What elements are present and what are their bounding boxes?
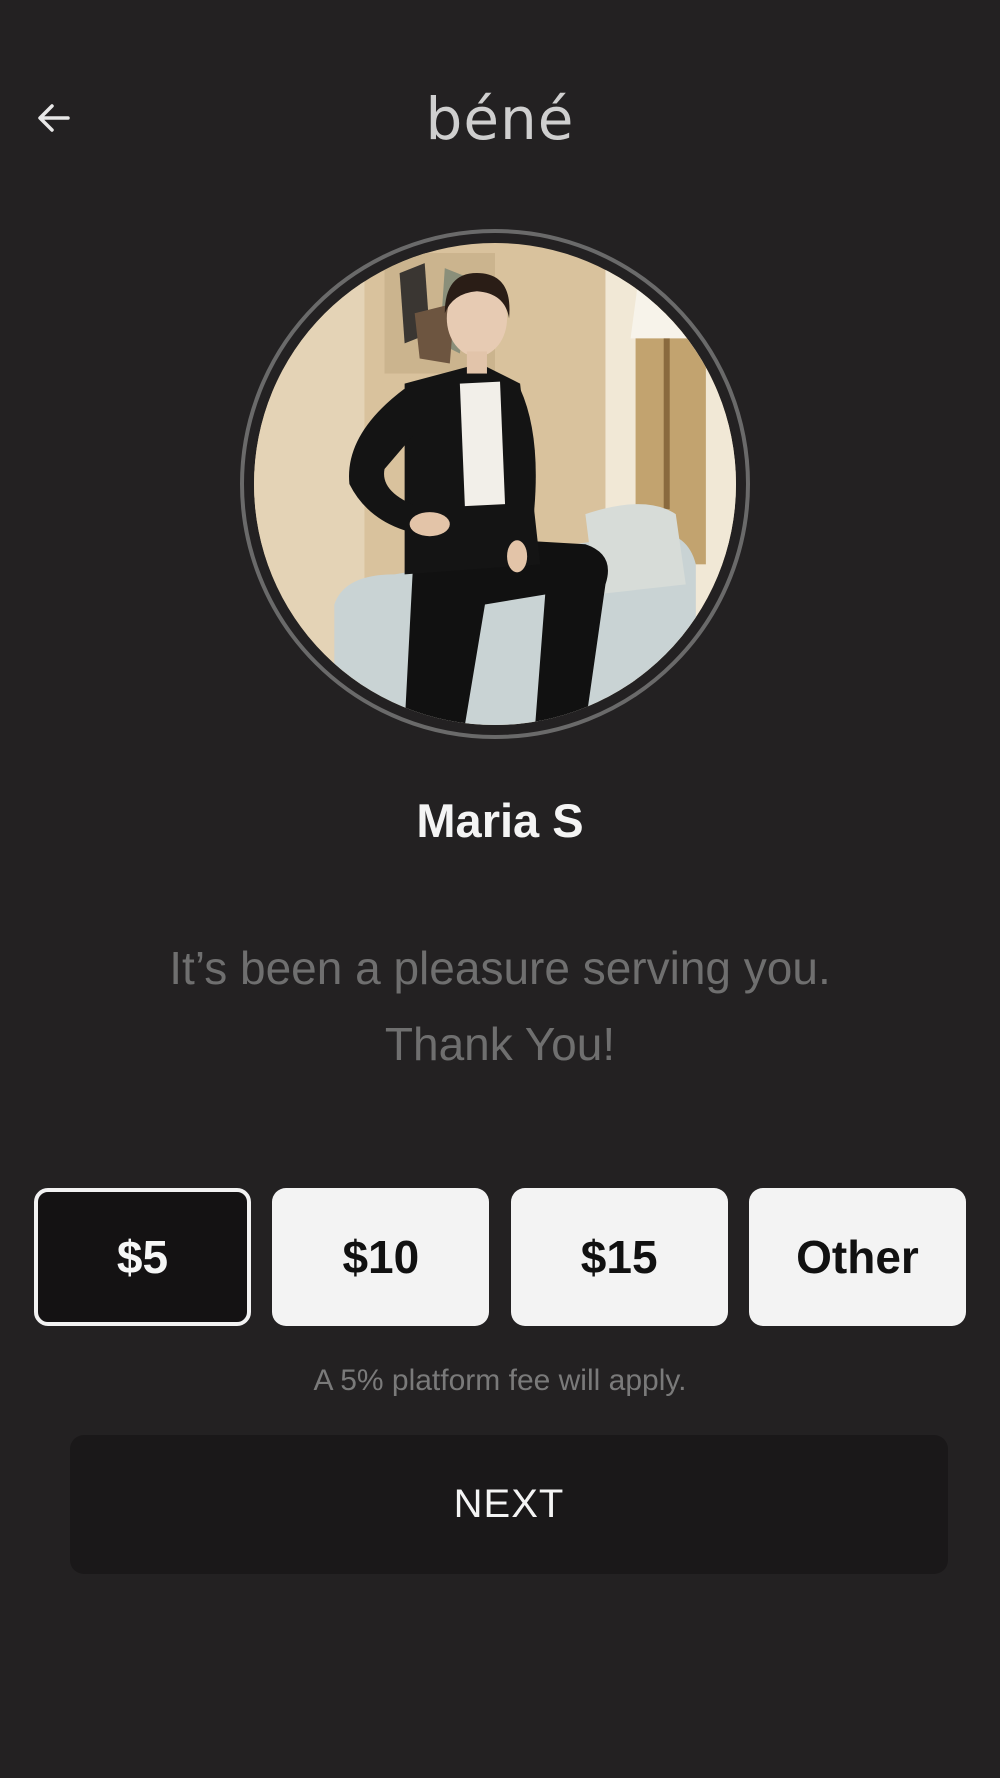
- tip-option-10[interactable]: $10: [272, 1188, 490, 1326]
- thank-you-message: It’s been a pleasure serving you. Thank …: [80, 930, 920, 1082]
- tip-option-15[interactable]: $15: [510, 1188, 728, 1326]
- message-line-1: It’s been a pleasure serving you.: [169, 942, 831, 994]
- app-logo: béné: [425, 85, 575, 153]
- fee-note: A 5% platform fee will apply.: [313, 1364, 687, 1397]
- message-line-2: Thank You!: [384, 1018, 616, 1070]
- tip-option-5[interactable]: $5: [34, 1188, 251, 1326]
- tip-options: $5 $10 $15 Other: [34, 1188, 966, 1326]
- next-button[interactable]: NEXT: [70, 1435, 948, 1574]
- provider-name: Maria S: [416, 794, 584, 847]
- avatar: [240, 229, 750, 739]
- tip-option-other[interactable]: Other: [748, 1188, 966, 1326]
- profile-photo: [254, 243, 736, 725]
